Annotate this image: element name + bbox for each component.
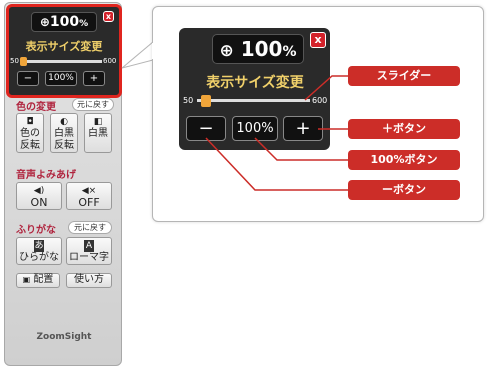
label-reset-button: 100%ボタン: [348, 150, 460, 170]
label-minus-button: ーボタン: [348, 180, 460, 200]
label-slider: スライダー: [348, 66, 460, 86]
label-plus-button: ＋ボタン: [348, 119, 460, 139]
